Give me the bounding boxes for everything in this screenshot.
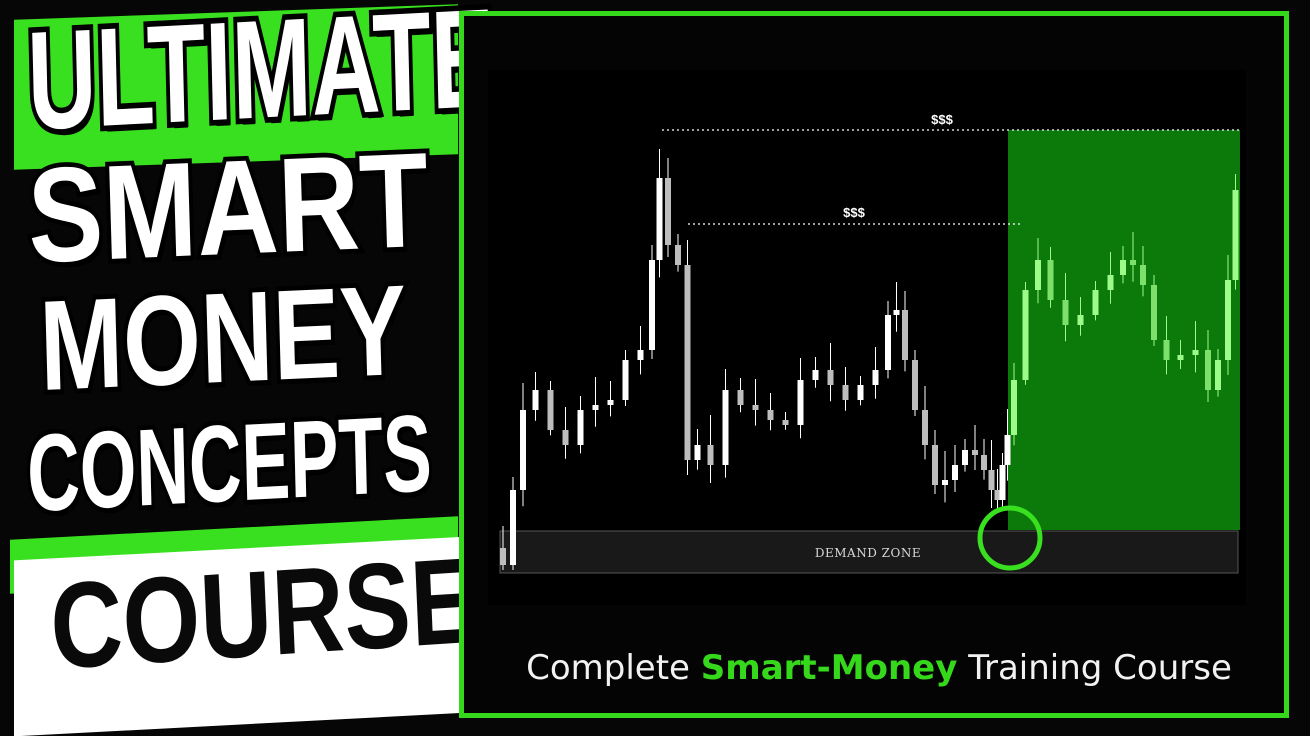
title-money: MONEY	[34, 254, 413, 421]
candle-body	[952, 465, 958, 480]
candle-body	[607, 400, 614, 405]
candle-body	[981, 455, 987, 470]
candle-body	[797, 380, 804, 425]
demand-zone-label: DEMAND ZONE	[815, 546, 921, 560]
candle-body	[707, 445, 714, 465]
candle-body	[1130, 260, 1136, 265]
candle-body	[942, 480, 948, 485]
candle-body	[1004, 435, 1011, 465]
candle-body	[893, 310, 900, 315]
candle-body	[675, 245, 681, 265]
candle-body	[500, 548, 506, 565]
candle-body	[872, 370, 879, 385]
caption: Complete Smart-Money Training Course	[459, 648, 1299, 688]
target-highlight-box	[1008, 130, 1240, 530]
candle-body	[577, 410, 584, 445]
candle-body	[562, 430, 569, 445]
chart-area: DEMAND ZONE $$$ $$$	[488, 70, 1246, 605]
candle-body	[1107, 275, 1114, 290]
candle-body	[912, 360, 918, 410]
candle-body	[1092, 290, 1099, 315]
candle-body	[510, 490, 516, 565]
candle-body	[1151, 285, 1157, 340]
candle-body	[665, 178, 671, 245]
candle-body	[932, 445, 938, 485]
caption-prefix: Complete	[526, 648, 690, 688]
candle-body	[737, 390, 744, 405]
candle-body	[520, 410, 526, 490]
candle-body	[972, 450, 978, 455]
candle-body	[1120, 260, 1126, 275]
candle-body	[684, 265, 691, 460]
caption-highlight: Smart-Money	[700, 648, 958, 688]
liquidity-label-high: $$$	[931, 112, 953, 127]
candle-body	[1011, 380, 1017, 435]
candle-body	[857, 385, 864, 400]
candle-body	[656, 178, 663, 260]
title-course: COURSE	[47, 531, 480, 695]
candle-body	[752, 405, 759, 410]
caption-suffix: Training Course	[968, 648, 1232, 688]
candle-body	[1062, 300, 1069, 325]
candle-body	[1022, 290, 1029, 380]
candle-body	[782, 420, 789, 425]
candle-body	[988, 470, 995, 490]
liquidity-label-low: $$$	[843, 205, 865, 220]
candle-body	[999, 465, 1006, 500]
candle-body	[694, 445, 701, 460]
candle-body	[842, 385, 849, 400]
candle-body	[592, 405, 599, 410]
candle-body	[1163, 340, 1170, 360]
candle-body	[532, 390, 539, 410]
candle-body	[637, 350, 644, 360]
candle-body	[1177, 355, 1184, 360]
candle-body	[722, 390, 729, 465]
candle-body	[827, 370, 834, 385]
candle-body	[1205, 350, 1211, 390]
candle-body	[622, 360, 629, 400]
candle-body	[885, 315, 891, 370]
candle-body	[962, 450, 968, 465]
candle-body	[812, 370, 819, 380]
candle-body	[1047, 260, 1054, 300]
candle-body	[1225, 280, 1231, 360]
candle-body	[1215, 360, 1221, 390]
candle-body	[902, 310, 908, 360]
candlestick-chart: DEMAND ZONE $$$ $$$	[499, 112, 1240, 574]
candle-body	[1140, 265, 1146, 285]
title-concepts: CONCEPTS	[22, 389, 437, 540]
candle-body	[547, 390, 554, 430]
candle-body	[1077, 315, 1084, 325]
candle-body	[649, 260, 655, 350]
candle-body	[1035, 260, 1041, 290]
candle-body	[1192, 350, 1199, 355]
thumbnail: ULTIMATE SMART MONEY CONCEPTS COURSE DEM…	[0, 0, 1310, 736]
candle-body	[1232, 190, 1239, 280]
candle-body	[922, 410, 928, 445]
candle-body	[767, 410, 774, 420]
